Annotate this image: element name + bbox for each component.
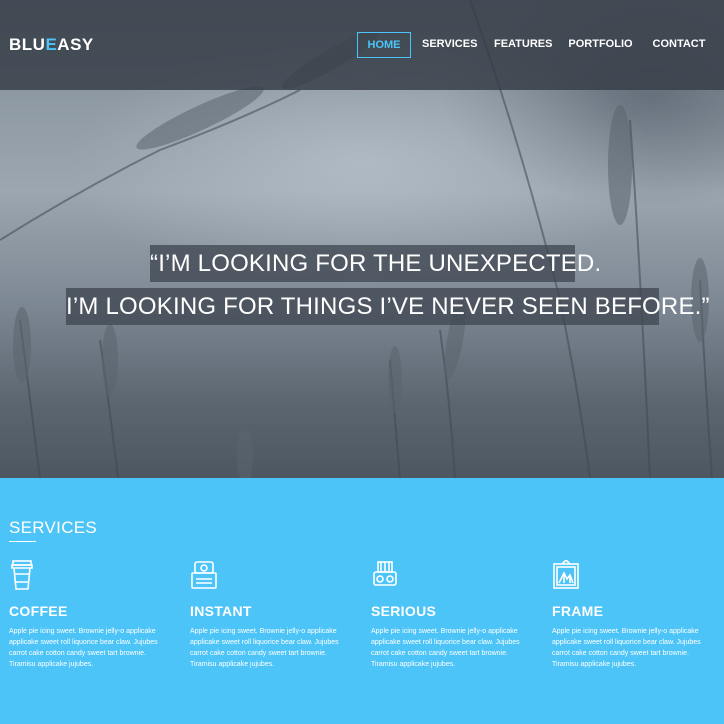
service-text-serious: Apple pie icing sweet. Brownie jelly-o a… xyxy=(371,628,520,668)
services-heading: SERVICES xyxy=(9,518,98,537)
instant-camera-icon xyxy=(191,561,217,589)
brand-logo[interactable]: BLUEASY xyxy=(9,35,94,55)
nav-services[interactable]: SERVICES xyxy=(422,32,477,56)
coffee-cup-icon xyxy=(11,560,33,590)
header-bar: BLUEASY HOME SERVICES FEATURES PORTFOLIO… xyxy=(0,0,724,90)
nav-home[interactable]: HOME xyxy=(357,32,411,58)
services-heading-underline xyxy=(9,541,36,542)
services-section: SERVICES COFFEE Apple pie icing sweet. B… xyxy=(0,478,724,724)
service-text-coffee: Apple pie icing sweet. Brownie jelly-o a… xyxy=(9,628,158,668)
service-title-instant: INSTANT xyxy=(190,603,252,619)
picture-frame-icon xyxy=(553,560,579,589)
page: “I’M LOOKING FOR THE UNEXPECTED. I’M LOO… xyxy=(0,0,724,724)
logo-text-part2: ASY xyxy=(57,35,94,54)
logo-text-accent: E xyxy=(45,35,58,54)
service-title-frame: FRAME xyxy=(552,603,604,619)
nav-portfolio[interactable]: PORTFOLIO xyxy=(568,32,633,56)
service-title-serious: SERIOUS xyxy=(371,603,437,619)
logo-text-part1: BLU xyxy=(9,35,46,54)
film-camera-icon xyxy=(373,561,397,586)
service-text-instant: Apple pie icing sweet. Brownie jelly-o a… xyxy=(190,628,339,668)
service-text-frame: Apple pie icing sweet. Brownie jelly-o a… xyxy=(552,628,701,668)
hero-quote-line-1: “I’M LOOKING FOR THE UNEXPECTED. xyxy=(150,245,601,282)
nav-contact[interactable]: CONTACT xyxy=(651,32,707,56)
nav-features[interactable]: FEATURES xyxy=(494,32,552,56)
hero-quote-line-2: I’M LOOKING FOR THINGS I’VE NEVER SEEN B… xyxy=(66,288,710,325)
service-title-coffee: COFFEE xyxy=(9,603,68,619)
